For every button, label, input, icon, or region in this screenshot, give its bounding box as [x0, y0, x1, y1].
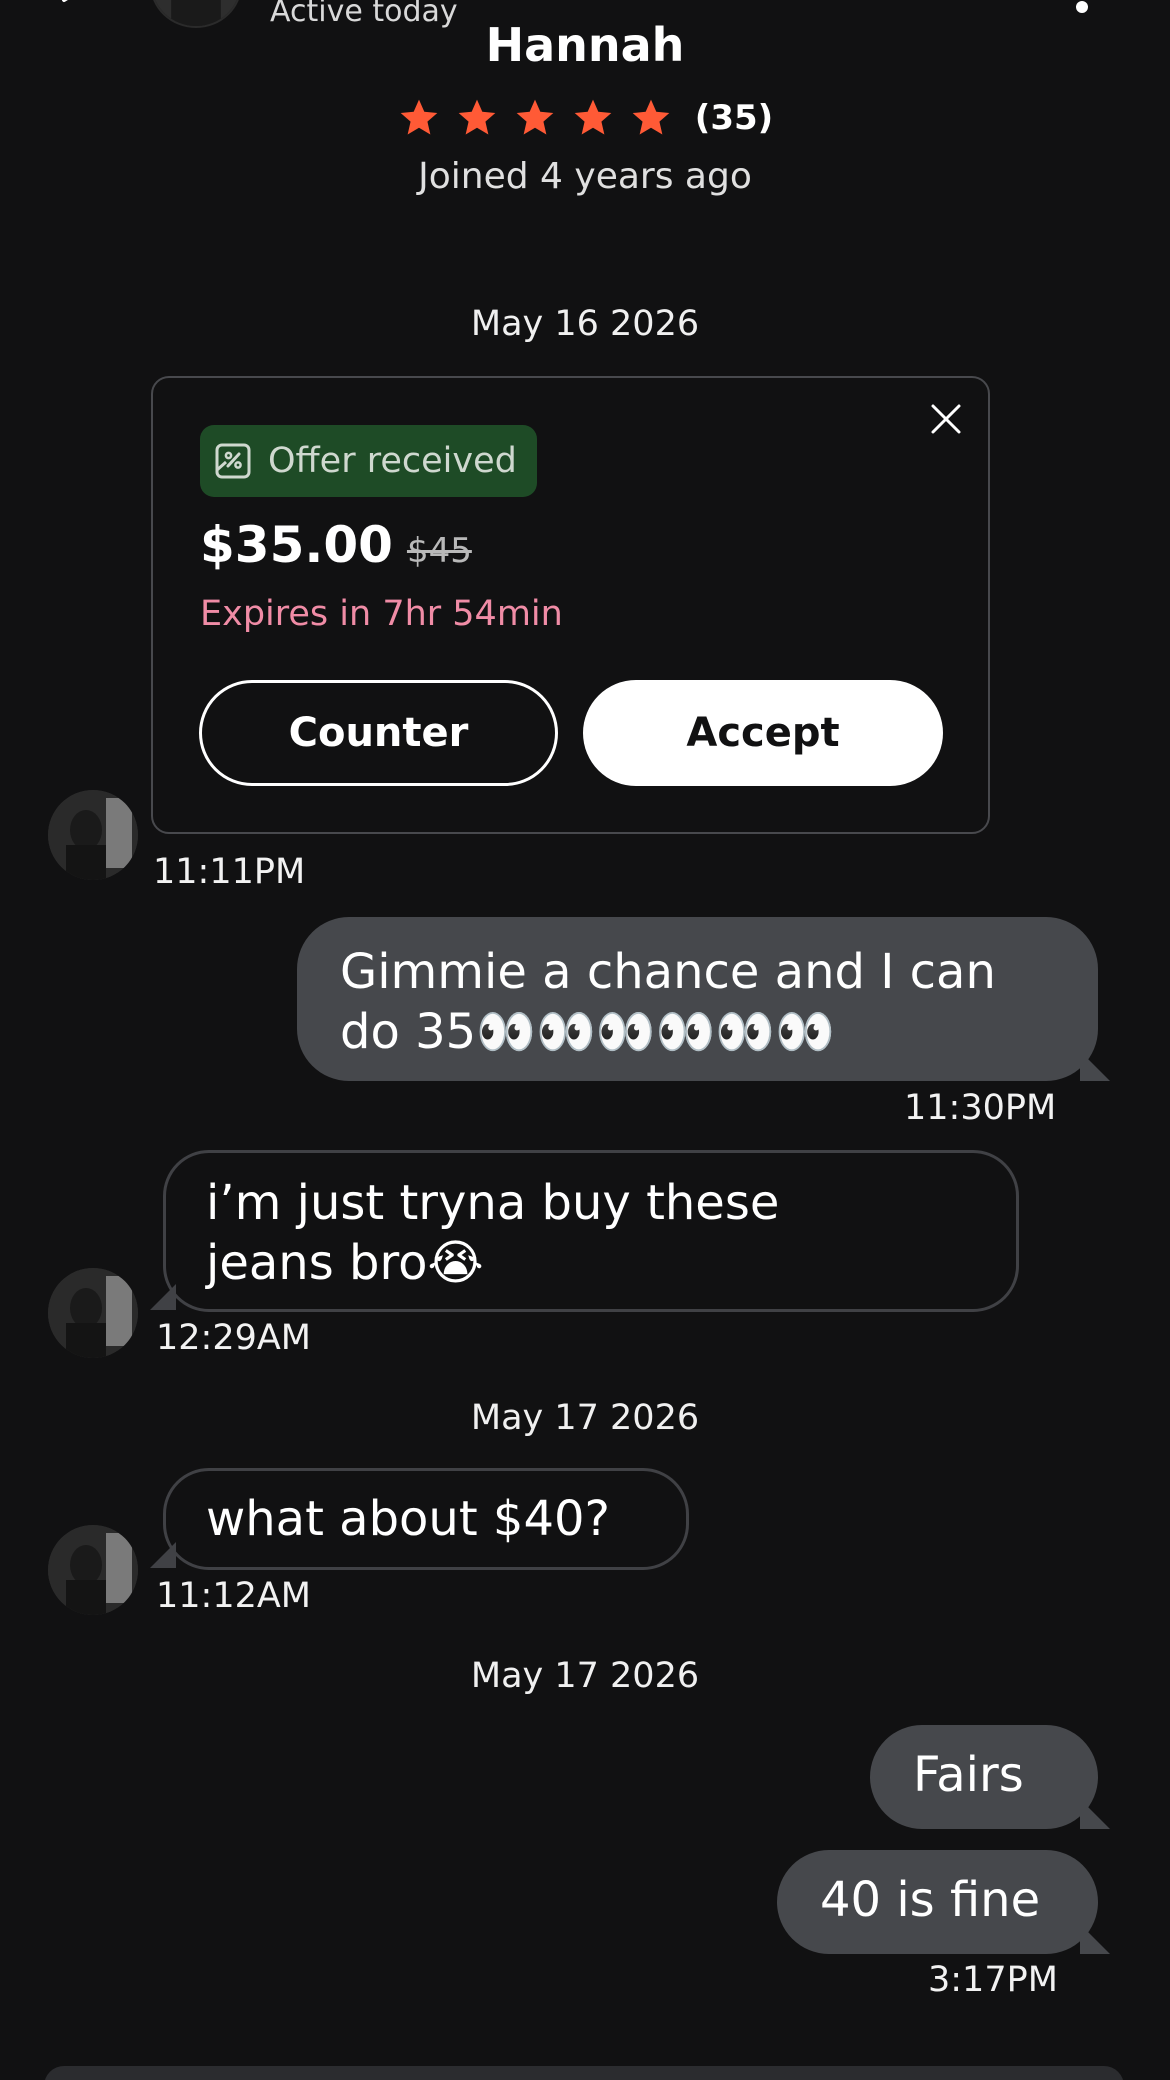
seller-name: Hannah — [485, 18, 685, 72]
bubble-tail — [1080, 1924, 1110, 1954]
offer-badge-label: Offer received — [268, 441, 517, 481]
date-separator: May 16 2026 — [470, 304, 700, 344]
star-icon — [458, 99, 496, 135]
star-icon — [574, 99, 612, 135]
message-text: what about $40? — [206, 1491, 611, 1547]
message-text: Fairs — [913, 1747, 1024, 1803]
joined-date: Joined 4 years ago — [418, 156, 752, 197]
message-text: 40 is fine — [820, 1872, 1041, 1928]
outgoing-message: 40 is fine — [777, 1850, 1098, 1954]
message-time: 11:11PM — [153, 852, 306, 892]
outgoing-message: Gimmie a chance and I can do 35👀👀👀👀👀👀 — [297, 917, 1098, 1081]
bubble-tail — [150, 1542, 176, 1568]
avatar[interactable] — [48, 1268, 138, 1358]
message-time: 11:12AM — [156, 1576, 312, 1616]
message-line: i’m just tryna buy these — [206, 1175, 780, 1231]
message-input-bar[interactable] — [44, 2066, 1124, 2080]
offer-card: Offer received $35.00 $45 Expires in 7hr… — [151, 376, 990, 834]
incoming-message: i’m just tryna buy these jeans bro😭 — [163, 1150, 1019, 1312]
offer-price-row: $35.00 $45 — [200, 516, 472, 574]
date-separator: May 17 2026 — [470, 1656, 700, 1696]
original-price: $45 — [406, 531, 472, 571]
back-icon[interactable] — [60, 0, 86, 6]
message-line: do 35👀👀👀👀👀👀 — [340, 1004, 835, 1060]
seller-rating[interactable]: (35) — [0, 96, 1170, 140]
rating-count: (35) — [694, 98, 774, 138]
incoming-message: what about $40? — [163, 1468, 689, 1570]
date-separator: May 17 2026 — [470, 1398, 700, 1438]
close-icon[interactable] — [929, 402, 963, 436]
star-icon — [516, 99, 554, 135]
bubble-tail — [1080, 1799, 1110, 1829]
star-icon — [400, 99, 438, 135]
offer-price: $35.00 — [200, 516, 393, 574]
avatar[interactable] — [48, 1525, 138, 1615]
message-time: 3:17PM — [928, 1960, 1058, 2000]
offer-expiry: Expires in 7hr 54min — [200, 594, 563, 634]
offer-status-badge: Offer received — [200, 425, 537, 497]
accept-button[interactable]: Accept — [583, 680, 943, 786]
counter-button[interactable]: Counter — [199, 680, 558, 786]
message-time: 11:30PM — [904, 1088, 1057, 1128]
bubble-tail — [150, 1284, 176, 1310]
discount-tag-icon — [215, 443, 251, 479]
chat-screen: Active today Hannah (35) Joined 4 years … — [0, 0, 1170, 2080]
star-icon — [632, 99, 670, 135]
bubble-tail — [1080, 1051, 1110, 1081]
message-line: jeans bro😭 — [206, 1235, 484, 1291]
message-line: Gimmie a chance and I can — [340, 944, 996, 1000]
avatar[interactable] — [48, 790, 138, 880]
outgoing-message: Fairs — [870, 1725, 1098, 1829]
message-time: 12:29AM — [156, 1318, 312, 1358]
more-icon[interactable] — [1075, 0, 1089, 14]
